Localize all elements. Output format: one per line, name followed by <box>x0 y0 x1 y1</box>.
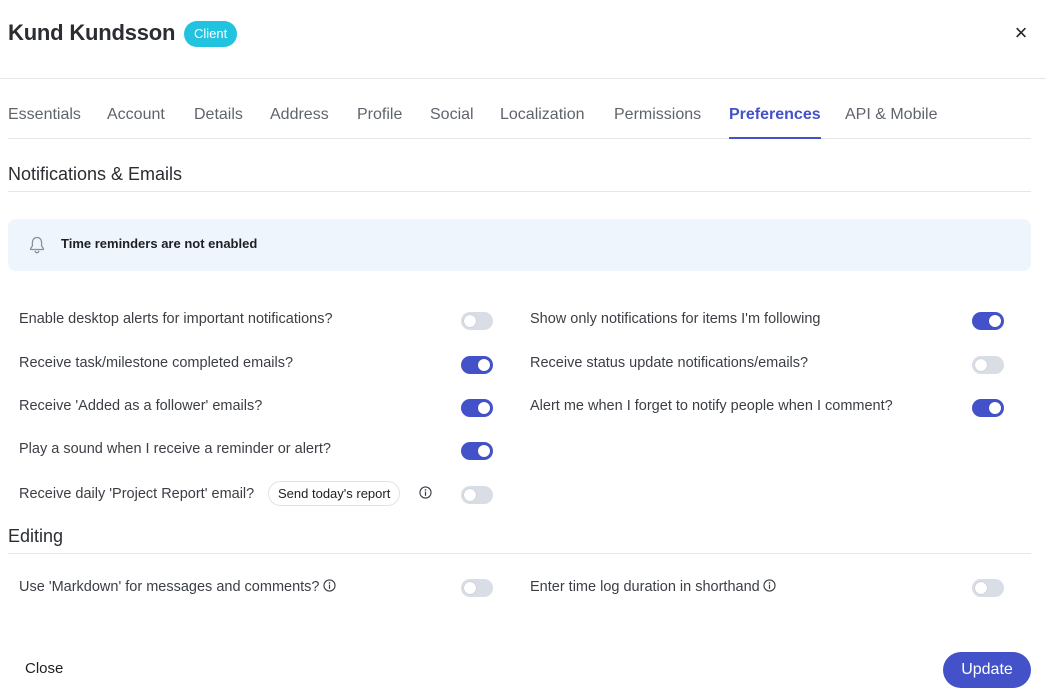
info-icon[interactable] <box>763 579 776 592</box>
toggle-following-only[interactable] <box>972 312 1004 330</box>
option-label-desktop-alerts: Enable desktop alerts for important noti… <box>19 311 333 327</box>
option-label-follower-emails: Receive 'Added as a follower' emails? <box>19 398 263 414</box>
toggle-knob <box>464 315 476 327</box>
page-title: Kund Kundsson <box>8 20 176 45</box>
editing-section-title: Editing <box>8 526 64 546</box>
option-label-time-shorthand-text: Enter time log duration in shorthand <box>530 579 760 595</box>
toggle-knob <box>464 582 476 594</box>
toggle-task-completed-emails[interactable] <box>461 356 493 374</box>
toggle-knob <box>478 359 490 371</box>
tab-bar: Essentials Account Details Address Profi… <box>8 96 1031 139</box>
tab-permissions[interactable]: Permissions <box>614 106 701 124</box>
tab-details[interactable]: Details <box>194 106 243 124</box>
toggle-knob <box>975 582 987 594</box>
tab-account[interactable]: Account <box>107 106 165 124</box>
info-icon[interactable] <box>322 579 336 592</box>
tab-preferences[interactable]: Preferences <box>729 106 821 139</box>
section-divider <box>8 191 1031 192</box>
tab-api-mobile[interactable]: API & Mobile <box>845 106 937 124</box>
close-button[interactable]: Close <box>25 660 63 677</box>
toggle-knob <box>989 315 1001 327</box>
section-divider <box>8 553 1031 554</box>
option-label-markdown-text: Use 'Markdown' for messages and comments… <box>19 579 320 595</box>
option-label-task-completed-emails: Receive task/milestone completed emails? <box>19 355 294 371</box>
send-todays-report-button[interactable]: Send today's report <box>268 481 401 506</box>
toggle-knob <box>478 402 490 414</box>
time-reminders-alert: Time reminders are not enabled <box>8 219 1031 271</box>
tab-profile[interactable]: Profile <box>357 106 402 124</box>
option-label-markdown: Use 'Markdown' for messages and comments… <box>19 579 336 595</box>
toggle-knob <box>478 445 490 457</box>
toggle-forget-to-notify[interactable] <box>972 399 1004 417</box>
tab-address[interactable]: Address <box>270 106 329 124</box>
option-label-status-updates: Receive status update notifications/emai… <box>530 355 809 371</box>
tab-essentials[interactable]: Essentials <box>8 106 81 124</box>
toggle-project-report[interactable] <box>461 486 493 504</box>
toggle-status-updates[interactable] <box>972 356 1004 374</box>
toggle-knob <box>989 402 1001 414</box>
client-badge: Client <box>184 21 238 47</box>
toggle-follower-emails[interactable] <box>461 399 493 417</box>
modal-header: Kund Kundsson Client × <box>0 0 1046 79</box>
option-label-play-sound: Play a sound when I receive a reminder o… <box>19 441 331 457</box>
toggle-markdown[interactable] <box>461 579 493 597</box>
toggle-desktop-alerts[interactable] <box>461 312 493 330</box>
notifications-section-title: Notifications & Emails <box>8 164 183 184</box>
option-label-following-only: Show only notifications for items I'm fo… <box>530 311 821 327</box>
option-label-project-report: Receive daily 'Project Report' email? <box>19 486 255 502</box>
tab-localization[interactable]: Localization <box>500 106 585 124</box>
option-label-time-shorthand: Enter time log duration in shorthand <box>530 579 776 595</box>
toggle-play-sound[interactable] <box>461 442 493 460</box>
option-label-forget-to-notify: Alert me when I forget to notify people … <box>530 398 893 414</box>
toggle-knob <box>464 489 476 501</box>
update-button[interactable]: Update <box>943 652 1031 688</box>
info-icon[interactable] <box>419 486 432 499</box>
alert-text: Time reminders are not enabled <box>61 236 258 251</box>
bell-icon <box>29 236 45 254</box>
toggle-knob <box>975 359 987 371</box>
tab-social[interactable]: Social <box>430 106 474 124</box>
close-icon[interactable]: × <box>1010 22 1032 44</box>
toggle-time-shorthand[interactable] <box>972 579 1004 597</box>
